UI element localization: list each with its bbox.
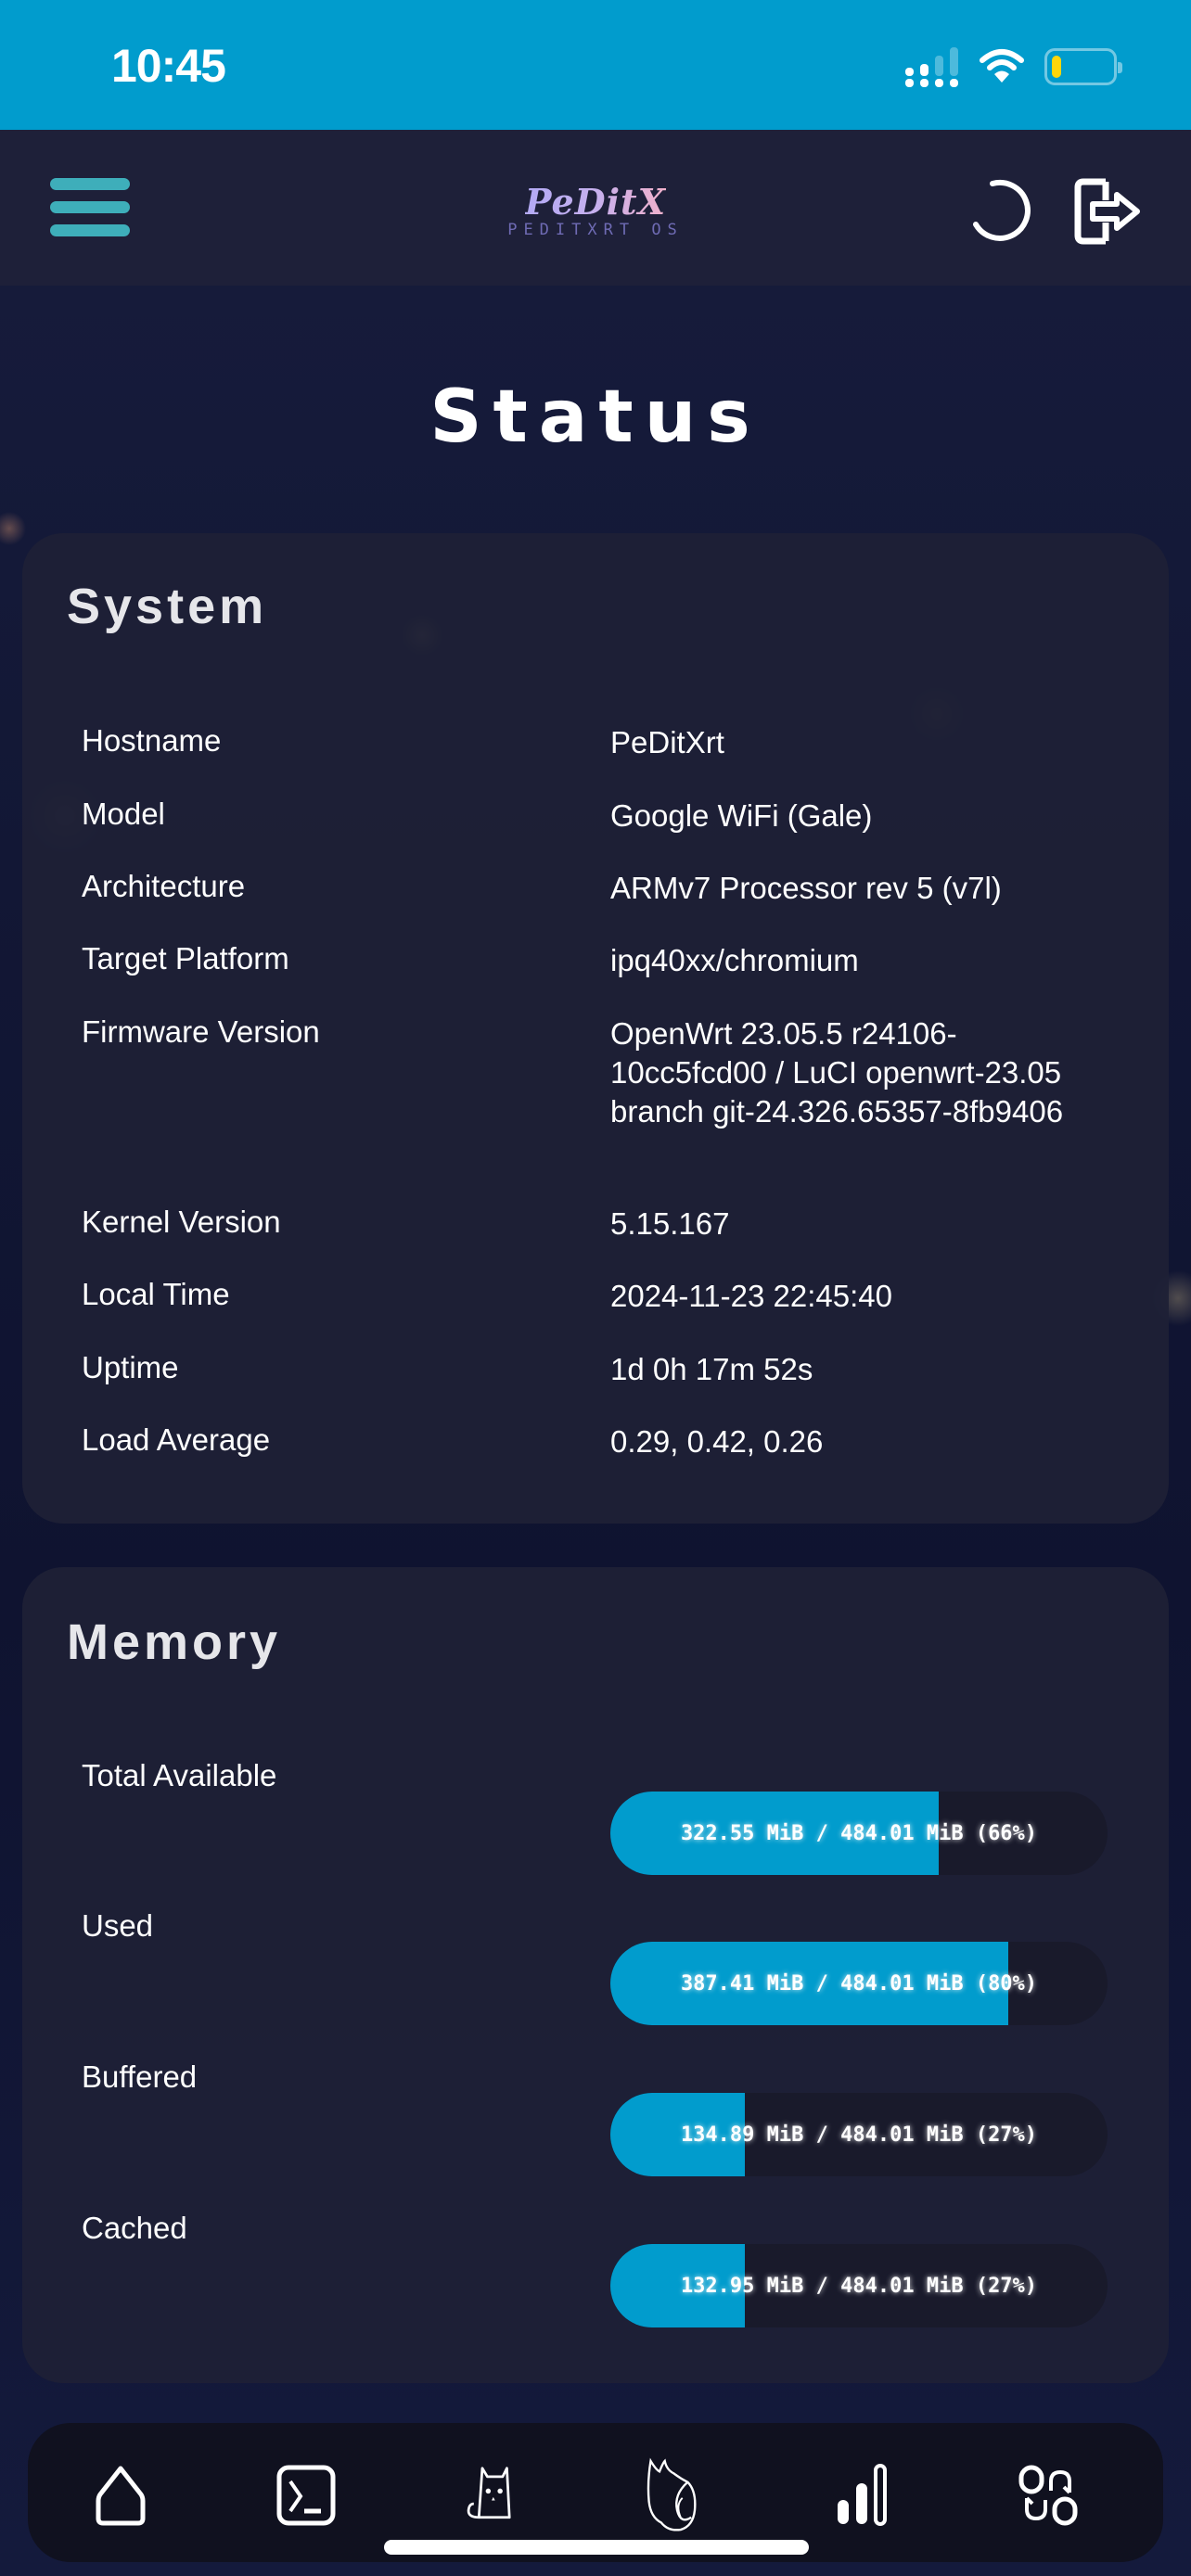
nav-home[interactable]	[79, 2449, 162, 2542]
battery-level	[1052, 56, 1061, 78]
bar-chart-icon	[838, 2464, 887, 2526]
row-value: Google WiFi (Gale)	[610, 798, 873, 833]
row-label: Load Average	[82, 1422, 271, 1457]
cellular-signal-icon	[905, 47, 959, 87]
status-bar: 10:45	[0, 0, 1191, 130]
row-label: Local Time	[82, 1277, 230, 1311]
memory-progress-label: 387.41 MiB / 484.01 MiB (80%)	[680, 1971, 1038, 1996]
row-label: Buffered	[82, 2060, 198, 2094]
memory-progress-bar: 322.55 MiB / 484.01 MiB (66%)	[610, 1792, 1108, 1875]
row-label: Hostname	[82, 723, 222, 758]
row-label: Uptime	[82, 1350, 179, 1384]
memory-title: Memory	[67, 1614, 282, 1670]
system-title: System	[67, 579, 268, 634]
row-label: Firmware Version	[82, 1014, 320, 1049]
memory-progress-bar: 132.95 MiB / 484.01 MiB (27%)	[610, 2244, 1108, 2327]
nav-fox[interactable]	[635, 2449, 719, 2542]
home-icon	[96, 2466, 146, 2526]
row-value: ipq40xx/chromium	[610, 943, 859, 977]
memory-progress-label: 134.89 MiB / 484.01 MiB (27%)	[680, 2123, 1038, 2147]
nav-terminal[interactable]	[264, 2449, 348, 2542]
logout-button[interactable]	[1074, 176, 1145, 247]
row-label: Used	[82, 1908, 154, 1943]
page-title: Status	[429, 376, 762, 459]
row-value: 2024-11-23 22:45:40	[610, 1279, 892, 1313]
logo-text: PeDitX	[524, 181, 667, 223]
system-card: System Hostname PeDitXrt Model Google Wi…	[22, 533, 1169, 1524]
row-value: 1d 0h 17m 52s	[610, 1352, 813, 1386]
nav-switch[interactable]	[1006, 2449, 1090, 2542]
memory-progress-bar: 134.89 MiB / 484.01 MiB (27%)	[610, 2093, 1108, 2176]
refresh-button[interactable]	[965, 176, 1035, 247]
memory-progress-label: 322.55 MiB / 484.01 MiB (66%)	[680, 1821, 1038, 1845]
nav-stats[interactable]	[821, 2449, 904, 2542]
row-value: 5.15.167	[610, 1206, 730, 1241]
row-value: OpenWrt 23.05.5 r24106-10cc5fcd00 / LuCI…	[610, 1016, 1064, 1129]
row-value: 0.29, 0.42, 0.26	[610, 1424, 824, 1459]
row-value: PeDitXrt	[610, 725, 724, 759]
switch-icon	[1018, 2465, 1078, 2526]
row-label: Model	[82, 797, 165, 831]
memory-progress-label: 132.95 MiB / 484.01 MiB (27%)	[680, 2274, 1038, 2298]
refresh-icon	[973, 179, 1031, 241]
logout-icon	[1074, 178, 1140, 245]
memory-progress-bar: 387.41 MiB / 484.01 MiB (80%)	[610, 1942, 1108, 2025]
row-value: ARMv7 Processor rev 5 (v7l)	[610, 871, 1002, 905]
row-label: Total Available	[82, 1758, 277, 1792]
row-label: Architecture	[82, 869, 246, 903]
wifi-icon	[980, 49, 1024, 83]
row-label: Cached	[82, 2211, 187, 2245]
nav-cat[interactable]	[450, 2449, 533, 2542]
terminal-icon	[276, 2465, 336, 2526]
cat-icon	[467, 2467, 511, 2519]
fox-icon	[647, 2457, 697, 2531]
battery-icon	[1044, 48, 1122, 85]
app-header: PeDitX PEDITXRT OS	[0, 130, 1191, 286]
status-time: 10:45	[111, 40, 226, 92]
row-label: Target Platform	[82, 941, 289, 976]
home-indicator[interactable]	[384, 2540, 809, 2555]
status-icons	[905, 46, 1122, 87]
memory-card: Memory Total Available 322.55 MiB / 484.…	[22, 1567, 1169, 2383]
row-label: Kernel Version	[82, 1205, 281, 1239]
